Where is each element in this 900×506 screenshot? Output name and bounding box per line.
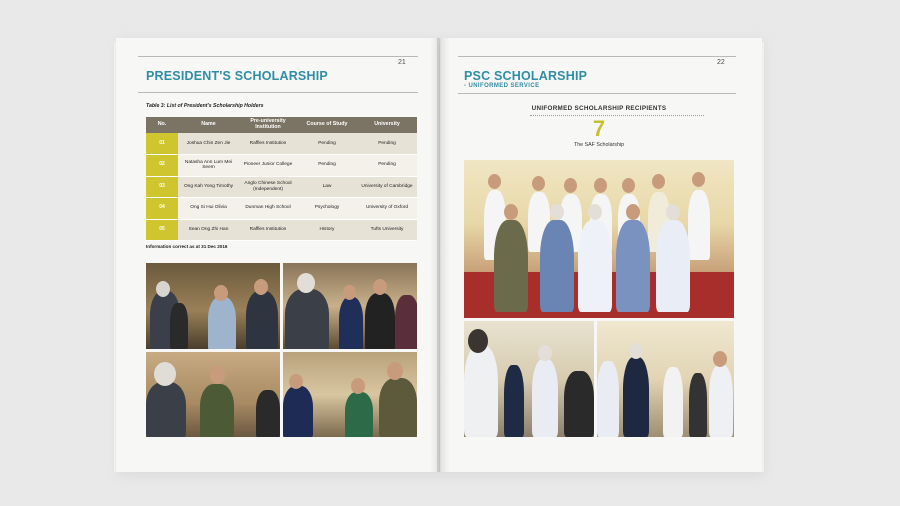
col-header-name: Name (178, 117, 239, 133)
row-name: Natasha Ann Lum Mei Seem (178, 154, 239, 177)
col-header-university: University (357, 117, 417, 133)
right-page-number: 22 (717, 59, 725, 66)
table-row: 04 Ong Si Hui Olivia Dunman High School … (146, 197, 417, 220)
scholarship-name: The SAF Scholarship (573, 142, 625, 148)
section-label: UNIFORMED SCHOLARSHIP RECIPIENTS (531, 105, 667, 112)
table-footnote: Information correct as at 31 Dec 2016 (146, 244, 228, 249)
row-number: 04 (146, 197, 178, 220)
photo-saf-mingling-right (597, 321, 734, 437)
photo-saf-mingling-left (464, 321, 594, 437)
row-institution: Dunman High School (239, 197, 297, 220)
photo-saf-scholars-group (464, 160, 734, 318)
photo-reception-uniformed (146, 352, 280, 437)
row-name: Ong Kah Yong Timothy (178, 176, 239, 198)
col-header-no: No. (146, 117, 178, 133)
photo-reception-group (283, 263, 417, 349)
row-name: Ong Si Hui Olivia (178, 197, 239, 220)
recipient-count: 7 (592, 116, 606, 141)
table-row: 02 Natasha Ann Lum Mei Seem Pioneer Juni… (146, 154, 417, 177)
row-name: Joshua Chin Zen Jie (178, 133, 239, 155)
row-university: Pending (357, 133, 417, 155)
row-university: Tufts University (357, 219, 417, 241)
table-caption: Table 3: List of President's Scholarship… (146, 103, 264, 109)
scholarship-holders-table: No. Name Pre-university Institution Cour… (146, 117, 417, 241)
row-university: Pending (357, 154, 417, 177)
row-course: History (297, 219, 357, 241)
book-spine (430, 38, 450, 472)
row-institution: Raffles Institution (239, 133, 297, 155)
row-course: Pending (297, 154, 357, 177)
table-row: 05 Sean Ong Zhi Han Raffles Institution … (146, 219, 417, 241)
photo-reception-handshake (146, 263, 280, 349)
photo-reception-officers (283, 352, 417, 437)
table-row: 01 Joshua Chin Zen Jie Raffles Instituti… (146, 133, 417, 155)
row-number: 02 (146, 154, 178, 177)
left-page-heading: PRESIDENT'S SCHOLARSHIP (146, 69, 328, 83)
row-name: Sean Ong Zhi Han (178, 219, 239, 241)
table-row: 03 Ong Kah Yong Timothy Anglo Chinese Sc… (146, 176, 417, 198)
right-heading-rule (458, 93, 736, 94)
row-course: Law (297, 176, 357, 198)
col-header-course: Course of Study (297, 117, 357, 133)
row-course: Pending (297, 133, 357, 155)
row-number: 03 (146, 176, 178, 198)
left-heading-rule (138, 92, 418, 93)
right-top-rule (458, 56, 736, 57)
row-university: University of Cambridge (357, 176, 417, 198)
row-institution: Raffles Institution (239, 219, 297, 241)
row-institution: Anglo Chinese School (Independent) (239, 176, 297, 198)
right-page-subheading: - UNIFORMED SERVICE (464, 83, 540, 89)
row-university: University of Oxford (357, 197, 417, 220)
left-top-rule (138, 56, 418, 57)
table-header-row: No. Name Pre-university Institution Cour… (146, 117, 417, 133)
row-course: Psychology (297, 197, 357, 220)
right-page-heading: PSC SCHOLARSHIP (464, 69, 588, 83)
left-page-number: 21 (398, 59, 406, 66)
row-number: 01 (146, 133, 178, 155)
row-institution: Pioneer Junior College (239, 154, 297, 177)
col-header-institution: Pre-university Institution (239, 117, 297, 133)
row-number: 05 (146, 219, 178, 241)
